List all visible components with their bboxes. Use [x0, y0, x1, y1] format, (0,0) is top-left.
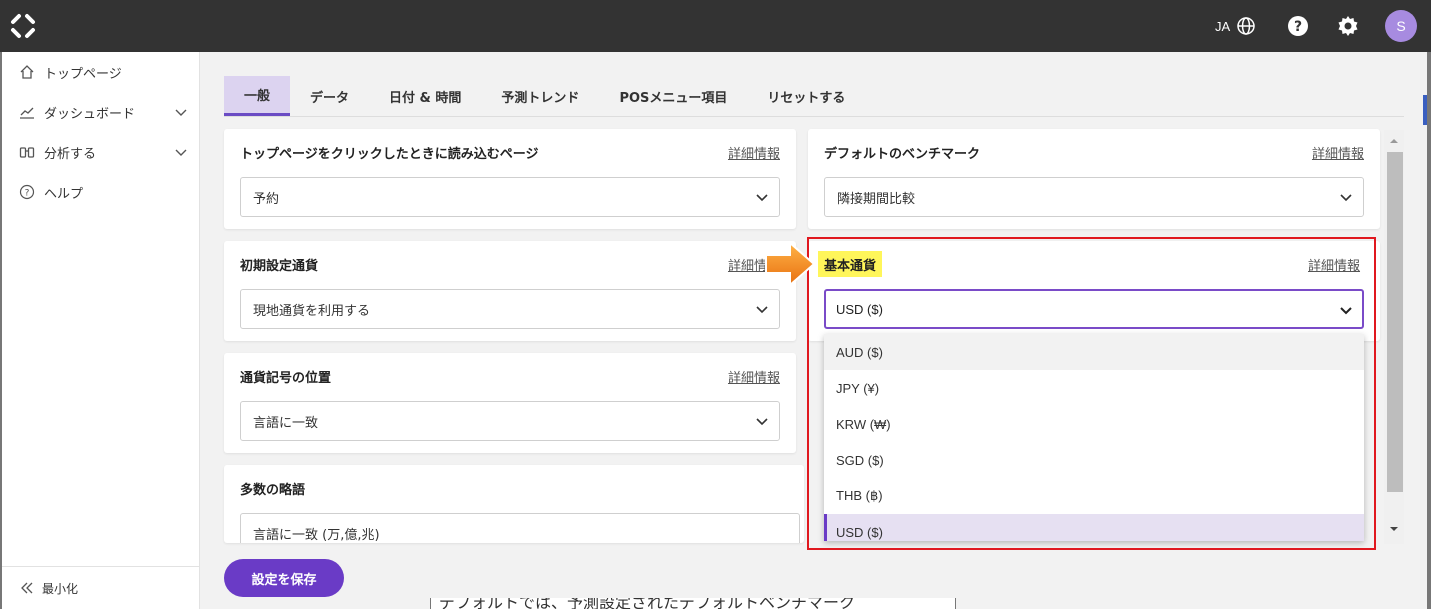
sidebar-item-analyze[interactable]: 分析する: [18, 140, 188, 164]
language-selector[interactable]: JA: [1215, 16, 1256, 36]
chevron-down-icon: [756, 194, 768, 202]
tab-forecast-trend[interactable]: 予測トレンド: [481, 76, 599, 116]
sidebar-item-label: ヘルプ: [44, 186, 84, 202]
tab-data[interactable]: データ: [290, 76, 369, 116]
chevron-down-icon: [756, 306, 768, 314]
annotation-highlight-box: [807, 237, 1376, 550]
top-page-setting-card: トップページをクリックしたときに読み込むページ 詳細情報 予約: [224, 129, 796, 229]
card-title: 多数の略語: [240, 483, 306, 498]
abbreviation-select[interactable]: 言語に一致 (万,億,兆): [240, 513, 800, 543]
language-label: JA: [1215, 18, 1231, 34]
sidebar-item-help[interactable]: ? ヘルプ: [18, 180, 188, 204]
details-link[interactable]: 詳細情報: [1312, 143, 1364, 162]
top-page-select[interactable]: 予約: [240, 177, 780, 217]
abbreviation-card: 多数の略語 言語に一致 (万,億,兆): [224, 465, 804, 543]
window-edge-accent: [1423, 95, 1427, 125]
scroll-thumb[interactable]: [1387, 152, 1403, 492]
benchmark-select[interactable]: 隣接期間比較: [824, 177, 1364, 217]
chevron-down-icon[interactable]: [174, 105, 188, 119]
sidebar-item-label: ダッシュボード: [44, 106, 136, 122]
avatar[interactable]: S: [1385, 10, 1417, 42]
collapse-sidebar-button[interactable]: 最小化: [2, 566, 200, 609]
symbol-position-select[interactable]: 言語に一致: [240, 401, 780, 441]
initial-currency-card: 初期設定通貨 詳細情報 現地通貨を利用する: [224, 241, 796, 341]
svg-text:?: ?: [1294, 19, 1302, 35]
chart-line-icon: [18, 103, 36, 121]
card-title: 通貨記号の位置: [240, 371, 332, 386]
sidebar-item-label: 分析する: [44, 146, 97, 162]
double-chevron-left-icon: [21, 582, 33, 594]
tab-general[interactable]: 一般: [224, 76, 291, 116]
binoculars-icon: [18, 143, 36, 161]
initial-currency-select[interactable]: 現地通貨を利用する: [240, 289, 780, 329]
window-edge: [1427, 52, 1431, 609]
select-value: 予約: [253, 191, 280, 207]
background-text-fragment: デフォルトでは、予測設定されたデフォルトベンチマーク: [430, 598, 956, 609]
top-bar: JA ? S: [0, 0, 1431, 52]
gear-icon[interactable]: [1336, 14, 1360, 38]
select-value: 現地通貨を利用する: [253, 303, 371, 319]
settings-tabs: 一般 データ 日付 & 時間 予測トレンド POSメニュー項目 リセットする: [224, 76, 865, 116]
symbol-position-card: 通貨記号の位置 詳細情報 言語に一致: [224, 353, 796, 453]
chevron-down-icon[interactable]: [174, 145, 188, 159]
select-value: 言語に一致: [253, 415, 319, 431]
fragment-text: デフォルトでは、予測設定されたデフォルトベンチマーク: [439, 598, 856, 609]
help-icon[interactable]: ?: [1286, 14, 1310, 38]
tab-pos-menu-items[interactable]: POSメニュー項目: [599, 76, 747, 116]
sidebar: トップページ ダッシュボード 分析する ? ヘルプ 最小化: [0, 52, 200, 609]
select-value: 言語に一致 (万,億,兆): [253, 527, 380, 543]
svg-text:?: ?: [25, 189, 30, 199]
collapse-label: 最小化: [42, 581, 79, 596]
card-title: デフォルトのベンチマーク: [824, 147, 981, 162]
tab-date-time[interactable]: 日付 & 時間: [369, 76, 481, 116]
scroll-up-icon[interactable]: [1389, 136, 1399, 146]
tab-reset[interactable]: リセットする: [747, 76, 865, 116]
card-title: トップページをクリックしたときに読み込むページ: [240, 147, 539, 162]
globe-icon: [1237, 17, 1255, 35]
details-link[interactable]: 詳細情報: [728, 143, 780, 162]
tabs-divider: [224, 116, 1404, 117]
save-settings-button[interactable]: 設定を保存: [224, 559, 344, 597]
app-logo-icon[interactable]: [10, 13, 36, 39]
benchmark-setting-card: デフォルトのベンチマーク 詳細情報 隣接期間比較: [808, 129, 1380, 229]
home-icon: [18, 63, 36, 81]
help-circle-icon: ?: [18, 183, 36, 201]
sidebar-item-dashboard[interactable]: ダッシュボード: [18, 100, 188, 124]
sidebar-item-label: トップページ: [44, 66, 122, 82]
details-link[interactable]: 詳細情報: [728, 367, 780, 386]
annotation-arrow-icon: [765, 240, 816, 288]
scrollbar[interactable]: [1384, 130, 1404, 544]
sidebar-item-top-page[interactable]: トップページ: [18, 60, 188, 84]
chevron-down-icon: [1340, 194, 1352, 202]
scroll-down-icon[interactable]: [1389, 524, 1399, 534]
select-value: 隣接期間比較: [837, 191, 916, 207]
card-title: 初期設定通貨: [240, 259, 319, 274]
chevron-down-icon: [756, 418, 768, 426]
